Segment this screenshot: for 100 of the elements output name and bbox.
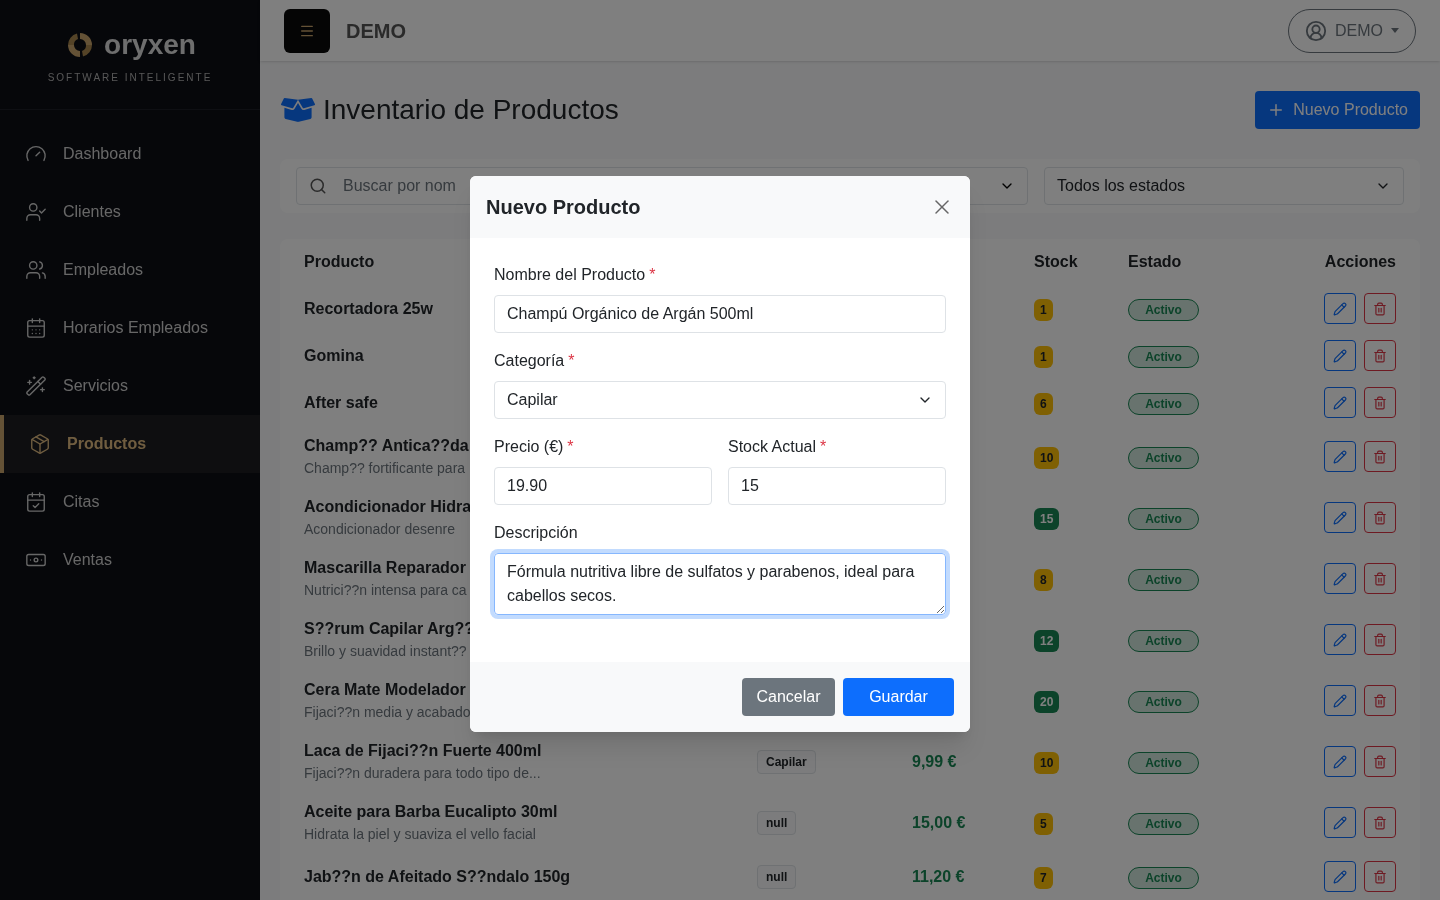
status-select[interactable]: Todos los estados	[1044, 167, 1404, 206]
product-description: Brillo y suavidad instant??	[304, 642, 467, 661]
product-name: Laca de Fijaci??n Fuerte 400ml	[304, 741, 542, 761]
sidebar-item[interactable]: Servicios	[0, 357, 260, 415]
trash-icon	[1373, 632, 1387, 647]
stock-tag: 15	[1034, 507, 1060, 530]
trash-icon	[1373, 869, 1387, 884]
status-tag: Activo	[1128, 345, 1199, 368]
status-tag: Activo	[1128, 751, 1199, 774]
sidebar-item[interactable]: Dashboard	[0, 125, 260, 183]
field-label: Descripción	[494, 523, 578, 543]
stock-tag: 20	[1034, 690, 1060, 713]
delete-button[interactable]	[1364, 340, 1396, 371]
pencil-icon	[1333, 815, 1347, 830]
stock-tag: 7	[1034, 866, 1053, 889]
trash-icon	[1373, 571, 1387, 586]
pencil-icon	[1333, 571, 1347, 586]
product-name: Jab??n de Afeitado S??ndalo 150g	[304, 866, 571, 887]
edit-button[interactable]	[1324, 861, 1356, 892]
status-tag: Activo	[1128, 568, 1199, 591]
pencil-icon	[1333, 869, 1347, 884]
product-description: Nutrici??n intensa para ca	[304, 581, 467, 600]
delete-button[interactable]	[1364, 563, 1396, 594]
column-header: Stock	[1034, 252, 1078, 272]
pencil-icon	[1333, 449, 1347, 464]
trash-icon	[1373, 815, 1387, 830]
cancel-button[interactable]: Cancelar	[742, 678, 835, 716]
product-name: Mascarilla Reparador	[304, 558, 466, 578]
name-field[interactable]: Champú Orgánico de Argán 500ml	[494, 295, 946, 333]
pencil-icon	[1333, 348, 1347, 363]
required-mark: *	[567, 437, 574, 457]
required-mark: *	[568, 351, 575, 371]
status-tag: Activo	[1128, 812, 1199, 835]
product-description: Champ?? fortificante para	[304, 459, 466, 478]
edit-button[interactable]	[1324, 441, 1356, 472]
status-tag: Activo	[1128, 298, 1199, 321]
edit-button[interactable]	[1324, 685, 1356, 716]
stock-tag: 10	[1034, 751, 1060, 774]
edit-button[interactable]	[1324, 387, 1356, 418]
delete-button[interactable]	[1364, 861, 1396, 892]
search-icon	[309, 177, 327, 196]
delete-button[interactable]	[1364, 502, 1396, 533]
stock-field[interactable]: 15	[728, 467, 946, 505]
field-label: Stock Actual	[728, 437, 817, 457]
stock-tag: 8	[1034, 568, 1053, 591]
price-text: 9,99 €	[912, 752, 957, 770]
sidebar-item[interactable]: Productos	[0, 415, 260, 473]
field-label: Precio (€)	[494, 437, 564, 457]
brand-tagline: SOFTWARE INTELIGENTE	[47, 71, 213, 85]
edit-button[interactable]	[1324, 293, 1356, 324]
stock-tag: 5	[1034, 812, 1053, 835]
sidebar-item[interactable]: Empleados	[0, 241, 260, 299]
delete-button[interactable]	[1364, 685, 1396, 716]
price-text: 15,00 €	[912, 813, 966, 831]
column-header: Producto	[304, 252, 375, 272]
pencil-icon	[1333, 510, 1347, 525]
new-product-button[interactable]: Nuevo Producto	[1255, 91, 1420, 130]
box-icon	[29, 433, 51, 455]
sidebar-item[interactable]: Clientes	[0, 183, 260, 241]
pencil-icon	[1333, 693, 1347, 708]
caret-icon	[1391, 28, 1399, 34]
edit-button[interactable]	[1324, 807, 1356, 838]
delete-button[interactable]	[1364, 441, 1396, 472]
price-field[interactable]: 19.90	[494, 467, 712, 505]
field-label: Nombre del Producto	[494, 265, 646, 285]
trash-icon	[1373, 395, 1387, 410]
stock-tag: 10	[1034, 446, 1060, 469]
status-tag: Activo	[1128, 629, 1199, 652]
status-tag: Activo	[1128, 507, 1199, 530]
delete-button[interactable]	[1364, 807, 1396, 838]
category-select[interactable]: Capilar	[494, 381, 946, 419]
magic-wand-icon	[25, 375, 47, 397]
sidebar-item[interactable]: Citas	[0, 473, 260, 531]
delete-button[interactable]	[1364, 746, 1396, 777]
product-name: Gomina	[304, 345, 364, 366]
product-name: Champ?? Antica??da	[304, 436, 469, 456]
save-button[interactable]: Guardar	[843, 678, 954, 716]
product-name: Acondicionador Hidra	[304, 497, 472, 517]
pencil-icon	[1333, 754, 1347, 769]
column-header: Estado	[1128, 252, 1182, 272]
product-name: Recortadora 25w	[304, 298, 433, 319]
trash-icon	[1373, 449, 1387, 464]
sidebar-item[interactable]: Horarios Empleados	[0, 299, 260, 357]
status-tag: Activo	[1128, 866, 1199, 889]
edit-button[interactable]	[1324, 624, 1356, 655]
users-icon	[25, 259, 47, 281]
product-name: Cera Mate Modelador	[304, 680, 466, 700]
stock-tag: 1	[1034, 345, 1053, 368]
edit-button[interactable]	[1324, 746, 1356, 777]
pencil-icon	[1333, 301, 1347, 316]
menu-button[interactable]	[284, 8, 330, 53]
delete-button[interactable]	[1364, 387, 1396, 418]
field-label: Categoría	[494, 351, 565, 371]
pencil-icon	[1333, 395, 1347, 410]
edit-button[interactable]	[1324, 340, 1356, 371]
delete-button[interactable]	[1364, 293, 1396, 324]
edit-button[interactable]	[1324, 502, 1356, 533]
delete-button[interactable]	[1364, 624, 1396, 655]
sidebar-item[interactable]: Ventas	[0, 531, 260, 589]
edit-button[interactable]	[1324, 563, 1356, 594]
